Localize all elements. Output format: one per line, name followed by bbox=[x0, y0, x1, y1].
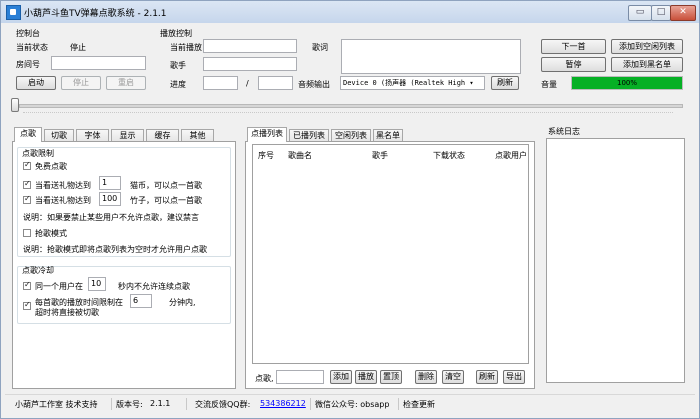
status-separator bbox=[398, 398, 399, 410]
status-separator bbox=[186, 398, 187, 410]
system-log-header: 系统日志 bbox=[548, 127, 580, 136]
room-label: 房间号 bbox=[16, 60, 40, 69]
restart-button[interactable]: 重启 bbox=[106, 76, 146, 90]
qq-group-link[interactable]: 534386212 bbox=[260, 399, 306, 408]
status-label: 当前状态 bbox=[16, 43, 48, 52]
now-playing-label: 当前播放 bbox=[170, 43, 202, 52]
version-label: 版本号: bbox=[116, 400, 143, 409]
play-button[interactable]: 播放 bbox=[355, 370, 377, 384]
tab-request-list[interactable]: 点播列表 bbox=[247, 127, 287, 142]
gift1-prefix: 当看送礼物达到 bbox=[35, 181, 91, 190]
now-playing-field bbox=[203, 39, 297, 53]
progress-separator: / bbox=[246, 79, 249, 88]
tab-request[interactable]: 点歌 bbox=[14, 127, 42, 142]
max-time-input[interactable]: 6 bbox=[130, 294, 152, 308]
gift1-input[interactable]: 1 bbox=[99, 176, 121, 190]
lyrics-label: 歌词 bbox=[312, 43, 328, 52]
same-user-input[interactable]: 10 bbox=[88, 277, 106, 291]
status-value: 停止 bbox=[70, 43, 86, 52]
free-request-label: 免费点歌 bbox=[35, 162, 67, 171]
clear-button[interactable]: 清空 bbox=[442, 370, 464, 384]
singer-label: 歌手 bbox=[170, 61, 186, 70]
progress-total-field bbox=[258, 76, 293, 90]
room-input[interactable] bbox=[51, 56, 146, 70]
add-to-idle-button[interactable]: 添加到空闲列表 bbox=[611, 39, 683, 54]
status-separator bbox=[111, 398, 112, 410]
add-button[interactable]: 添加 bbox=[330, 370, 352, 384]
lyrics-field bbox=[341, 39, 521, 74]
gift2-checkbox[interactable] bbox=[23, 194, 31, 204]
gift2-prefix: 当看送礼物达到 bbox=[35, 196, 91, 205]
seek-thumb[interactable] bbox=[11, 98, 19, 112]
console-header: 控制台 bbox=[16, 29, 40, 38]
request-table[interactable]: 序号 歌曲名 歌手 下载状态 点歌用户 bbox=[252, 144, 529, 364]
progress-current-field bbox=[203, 76, 238, 90]
gift2-input[interactable]: 100 bbox=[99, 192, 121, 206]
pin-top-button[interactable]: 置顶 bbox=[380, 370, 402, 384]
pause-button[interactable]: 暂停 bbox=[541, 57, 606, 72]
max-time-line2: 超时将直接被切歌 bbox=[35, 308, 99, 317]
credit-text: 小葫芦工作室 技术支持 bbox=[15, 400, 98, 409]
col-requester[interactable]: 点歌用户 bbox=[495, 150, 527, 161]
seek-ticks bbox=[23, 112, 673, 116]
wechat-text: 微信公众号: obsapp bbox=[315, 400, 390, 409]
start-button[interactable]: 启动 bbox=[16, 76, 56, 90]
audio-device-select[interactable]: Device 0 (扬声器 (Realtek High ▾ bbox=[340, 76, 485, 90]
grab-mode-label: 抢歌模式 bbox=[35, 229, 67, 238]
stop-button[interactable]: 停止 bbox=[61, 76, 101, 90]
gift1-checkbox[interactable] bbox=[23, 179, 31, 189]
minimize-button[interactable]: ▭ bbox=[628, 5, 652, 21]
volume-text: 100% bbox=[616, 79, 637, 87]
delete-button[interactable]: 删除 bbox=[415, 370, 437, 384]
system-log-area[interactable] bbox=[546, 138, 685, 383]
playback-header: 播放控制 bbox=[160, 29, 192, 38]
volume-bar[interactable]: 100% bbox=[571, 76, 683, 90]
request-limit-header: 点歌限制 bbox=[22, 149, 54, 158]
status-separator bbox=[310, 398, 311, 410]
col-index[interactable]: 序号 bbox=[258, 150, 274, 161]
col-song[interactable]: 歌曲名 bbox=[288, 150, 312, 161]
export-button[interactable]: 导出 bbox=[503, 370, 525, 384]
title-bar: 小葫芦斗鱼TV弹幕点歌系统 - 2.1.1 ▭ □ ✕ bbox=[1, 1, 699, 23]
grab-mode-checkbox[interactable] bbox=[23, 229, 31, 237]
same-user-suffix: 秒内不允许连续点歌 bbox=[118, 282, 190, 291]
max-time-checkbox[interactable] bbox=[23, 300, 31, 310]
audio-refresh-button[interactable]: 刷新 bbox=[491, 76, 519, 90]
free-request-checkbox[interactable] bbox=[23, 160, 31, 170]
request-input[interactable] bbox=[276, 370, 324, 384]
qq-label: 交流反馈QQ群: bbox=[195, 400, 251, 409]
window-title: 小葫芦斗鱼TV弹幕点歌系统 - 2.1.1 bbox=[24, 9, 167, 19]
close-button[interactable]: ✕ bbox=[670, 5, 696, 21]
volume-label: 音量 bbox=[541, 80, 557, 89]
note-ban: 说明：如果要禁止某些用户不允许点歌，建议禁言 bbox=[23, 213, 199, 222]
same-user-checkbox[interactable] bbox=[23, 280, 31, 290]
gift2-suffix: 竹子，可以点一首歌 bbox=[130, 196, 202, 205]
list-refresh-button[interactable]: 刷新 bbox=[476, 370, 498, 384]
progress-label: 进度 bbox=[170, 80, 186, 89]
col-download-status[interactable]: 下载状态 bbox=[433, 150, 465, 161]
audio-output-label: 音频输出 bbox=[298, 80, 330, 89]
gift1-suffix: 猫币，可以点一首歌 bbox=[130, 181, 202, 190]
version-value: 2.1.1 bbox=[150, 399, 171, 408]
audio-device-value: Device 0 (扬声器 (Realtek High ▾ bbox=[343, 79, 474, 87]
app-icon bbox=[6, 5, 21, 20]
main-window: 小葫芦斗鱼TV弹幕点歌系统 - 2.1.1 ▭ □ ✕ 控制台 当前状态 停止 … bbox=[0, 0, 700, 419]
col-singer[interactable]: 歌手 bbox=[372, 150, 388, 161]
maximize-button[interactable]: □ bbox=[651, 5, 671, 21]
singer-field bbox=[203, 57, 297, 71]
request-input-label: 点歌, bbox=[255, 374, 274, 383]
add-to-blacklist-button[interactable]: 添加到黑名单 bbox=[611, 57, 683, 72]
seek-track[interactable] bbox=[19, 104, 683, 108]
cooldown-header: 点歌冷却 bbox=[22, 266, 54, 275]
same-user-prefix: 同一个用户在 bbox=[35, 282, 83, 291]
max-time-unit: 分钟内, bbox=[169, 298, 196, 307]
next-song-button[interactable]: 下一首 bbox=[541, 39, 606, 54]
check-update-link[interactable]: 检查更新 bbox=[403, 399, 435, 410]
note-grab-mode: 说明：抢歌模式即将点歌列表为空时才允许用户点歌 bbox=[23, 245, 207, 254]
